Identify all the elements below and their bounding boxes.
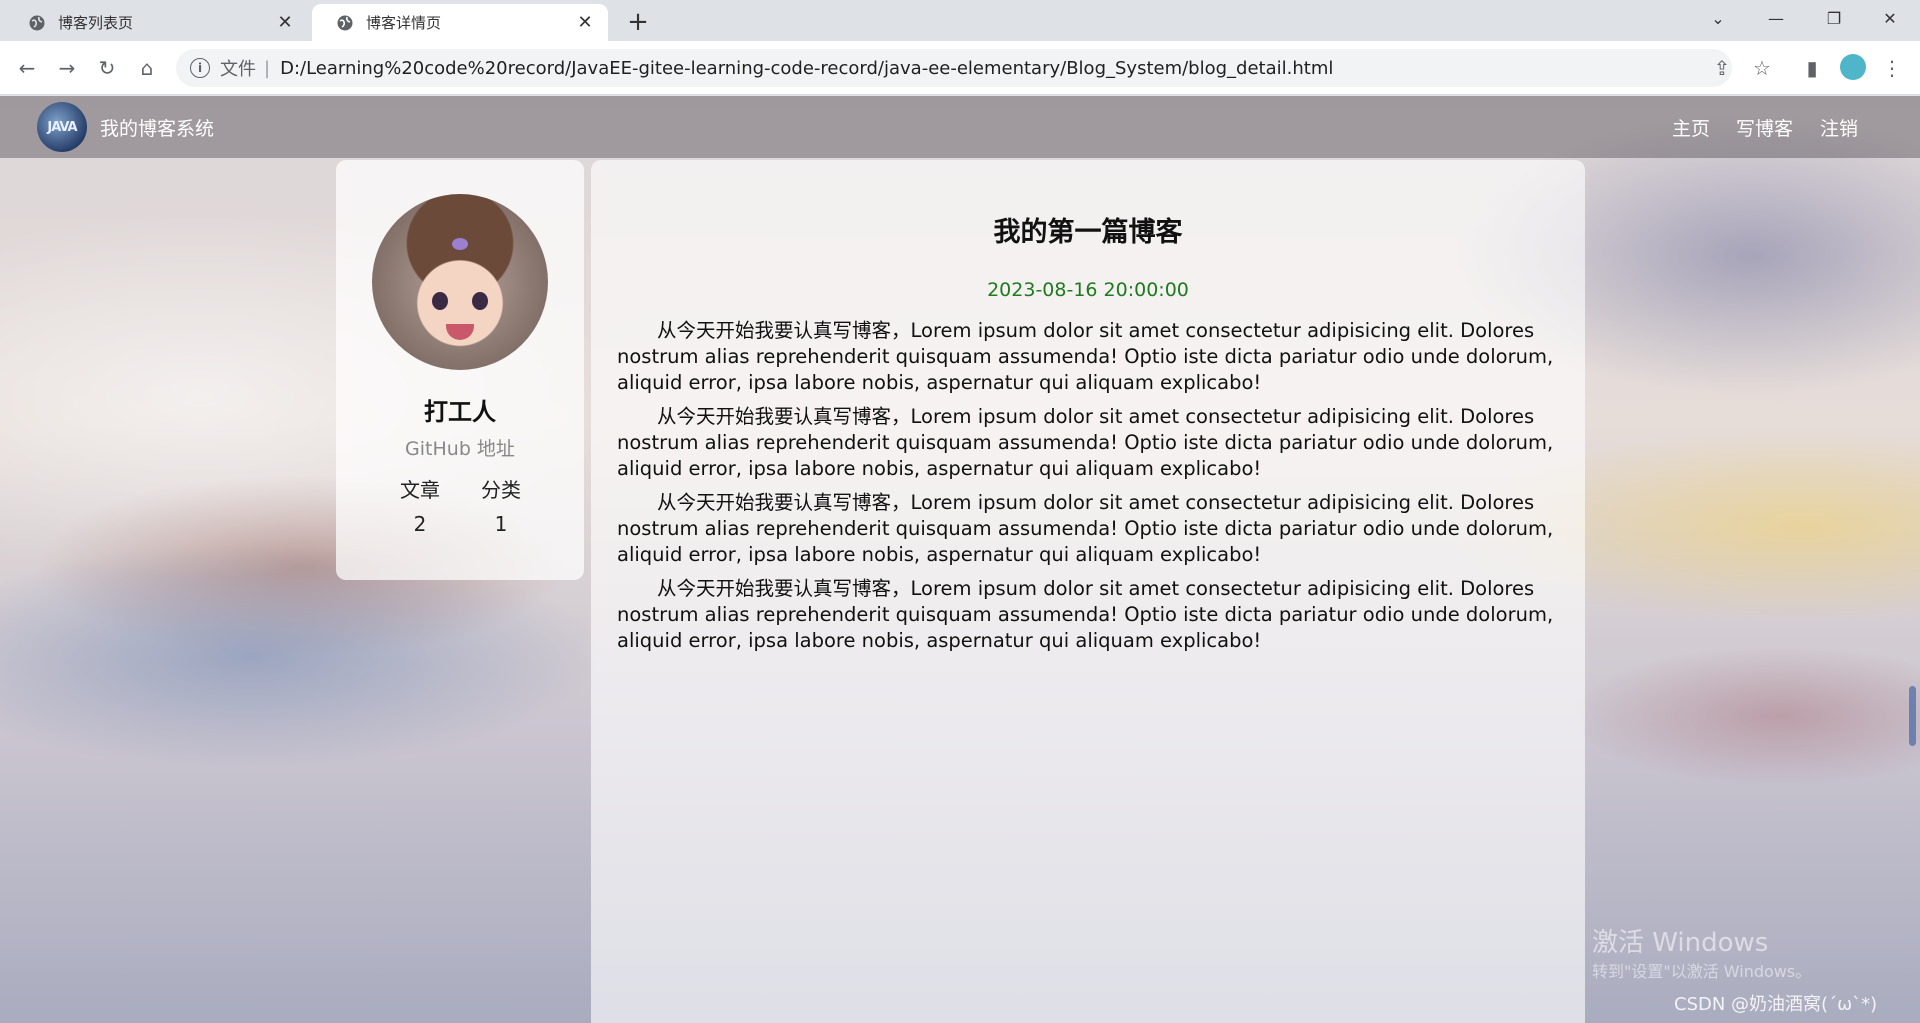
back-icon[interactable]: ←: [13, 54, 41, 82]
side-panel-icon[interactable]: ▮: [1798, 54, 1826, 82]
close-icon[interactable]: ✕: [574, 12, 596, 34]
tab-title: 博客列表页: [58, 14, 134, 32]
article-paragraph: 从今天开始我要认真写博客，Lorem ipsum dolor sit amet …: [617, 577, 1554, 652]
address-bar[interactable]: i 文件 | D:/Learning%20code%20record/JavaE…: [176, 49, 1732, 87]
windows-activation-title: 激活 Windows: [1592, 928, 1769, 958]
author-name: 打工人: [424, 398, 496, 426]
globe-icon: [28, 14, 46, 32]
stat-label-categories: 分类: [481, 478, 521, 502]
article-paragraph: 从今天开始我要认真写博客，Lorem ipsum dolor sit amet …: [617, 319, 1554, 394]
windows-activation-hint: 转到"设置"以激活 Windows。: [1592, 962, 1812, 981]
article-title: 我的第一篇博客: [993, 217, 1183, 248]
nav-link-write[interactable]: 写博客: [1736, 114, 1793, 141]
home-icon[interactable]: ⌂: [133, 54, 161, 82]
site-nav: JAVA 我的博客系统 主页 写博客 注销: [0, 96, 1920, 158]
page-viewport: JAVA 我的博客系统 主页 写博客 注销 打工人 GitHub 地址 文章 分…: [0, 96, 1920, 1023]
profile-avatar[interactable]: [1840, 54, 1866, 80]
nav-link-home[interactable]: 主页: [1672, 114, 1710, 141]
site-title: 我的博客系统: [100, 118, 215, 140]
new-tab-button[interactable]: +: [622, 6, 654, 38]
site-logo: JAVA: [37, 102, 87, 152]
star-icon[interactable]: ☆: [1748, 54, 1776, 82]
scrollbar-thumb[interactable]: [1909, 686, 1916, 746]
minimize-icon[interactable]: —: [1748, 0, 1804, 36]
article-body: 从今天开始我要认真写博客，Lorem ipsum dolor sit amet …: [617, 318, 1565, 662]
github-link[interactable]: GitHub 地址: [336, 434, 584, 461]
menu-icon[interactable]: ⋮: [1878, 54, 1906, 82]
article-container: 我的第一篇博客 2023-08-16 20:00:00 从今天开始我要认真写博客…: [591, 160, 1585, 1023]
csdn-watermark: CSDN @奶油酒窝(´ω`*): [1674, 994, 1878, 1015]
reload-icon[interactable]: ↻: [93, 54, 121, 82]
profile-card: 打工人 GitHub 地址 文章 分类 2 1: [336, 160, 584, 580]
nav-link-logout[interactable]: 注销: [1820, 114, 1858, 141]
info-icon[interactable]: i: [190, 58, 210, 78]
close-window-icon[interactable]: ✕: [1862, 0, 1918, 36]
tab-strip: 博客列表页 ✕ 博客详情页 ✕ + ⌄ — ❐ ✕: [0, 0, 1920, 41]
article-date: 2023-08-16 20:00:00: [987, 279, 1189, 301]
stat-value-articles: 2: [413, 512, 427, 536]
address-separator: |: [264, 57, 271, 79]
article-paragraph: 从今天开始我要认真写博客，Lorem ipsum dolor sit amet …: [617, 491, 1554, 566]
globe-icon: [336, 14, 354, 32]
forward-icon[interactable]: →: [53, 54, 81, 82]
stat-value-categories: 1: [494, 512, 508, 536]
tab-search-icon[interactable]: ⌄: [1690, 0, 1746, 36]
share-icon[interactable]: ⇪: [1708, 54, 1736, 82]
address-url: D:/Learning%20code%20record/JavaEE-gitee…: [280, 57, 1334, 79]
restore-icon[interactable]: ❐: [1806, 0, 1862, 36]
avatar: [372, 194, 548, 370]
address-scheme: 文件: [220, 59, 256, 80]
tab-blog-list[interactable]: 博客列表页 ✕: [4, 4, 308, 41]
tab-title: 博客详情页: [366, 14, 442, 32]
stat-label-articles: 文章: [400, 478, 440, 502]
article-paragraph: 从今天开始我要认真写博客，Lorem ipsum dolor sit amet …: [617, 405, 1554, 480]
close-icon[interactable]: ✕: [274, 12, 296, 34]
browser-toolbar: ← → ↻ ⌂ i 文件 | D:/Learning%20code%20reco…: [0, 41, 1920, 95]
tab-blog-detail[interactable]: 博客详情页 ✕: [312, 4, 608, 41]
